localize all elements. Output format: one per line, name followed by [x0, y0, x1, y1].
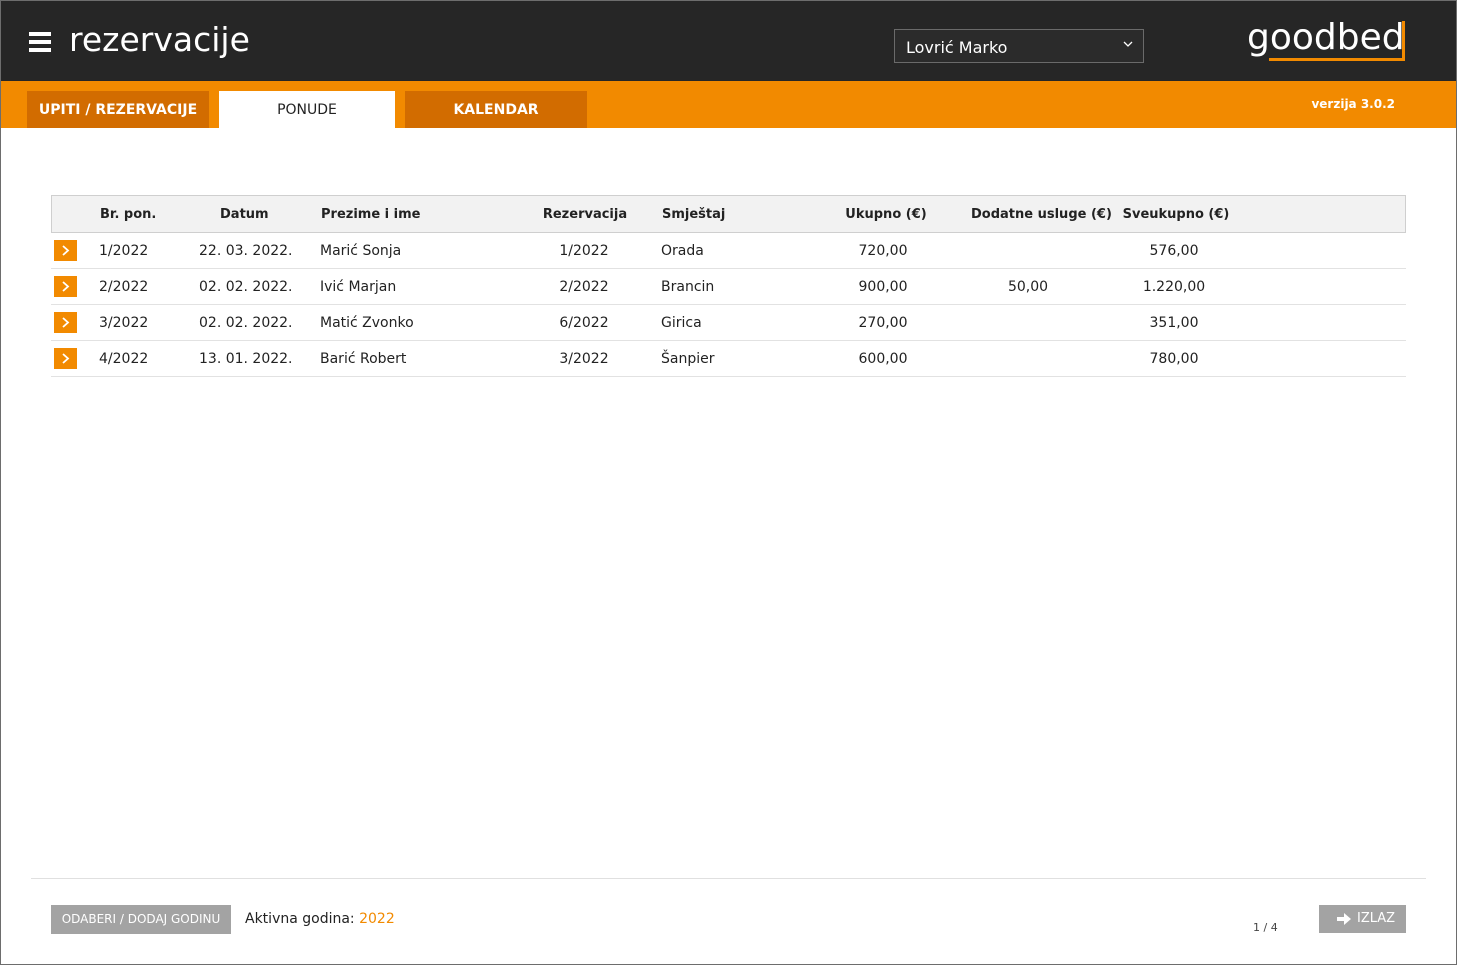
col-datum[interactable]: Datum: [220, 207, 269, 222]
cell-br-pon: 1/2022: [99, 243, 149, 259]
cell-br-pon: 3/2022: [99, 315, 149, 331]
cell-rezervacija: 1/2022: [559, 243, 609, 259]
cell-datum: 22. 03. 2022.: [199, 243, 293, 259]
tab-kalendar[interactable]: KALENDAR: [405, 91, 587, 128]
goodbed-logo: goodbed: [1247, 15, 1405, 61]
tab-upiti-rezervacije[interactable]: UPITI / REZERVACIJE: [27, 91, 209, 128]
col-sveukupno[interactable]: Sveukupno (€): [1116, 207, 1236, 222]
open-row-button[interactable]: [54, 240, 77, 261]
cell-rezervacija: 2/2022: [559, 279, 609, 295]
open-row-button[interactable]: [54, 348, 77, 369]
cell-sveukupno: 1.220,00: [1142, 279, 1206, 295]
cell-datum: 02. 02. 2022.: [199, 315, 293, 331]
col-smjestaj[interactable]: Smještaj: [662, 207, 725, 222]
cell-ukupno: 270,00: [858, 315, 908, 331]
page-indicator: 1 / 4: [1253, 921, 1278, 934]
table-row[interactable]: 1/2022 22. 03. 2022. Marić Sonja 1/2022 …: [51, 233, 1406, 269]
table-row[interactable]: 4/2022 13. 01. 2022. Barić Robert 3/2022…: [51, 341, 1406, 377]
arrow-right-icon: [1337, 913, 1351, 925]
table-row[interactable]: 2/2022 02. 02. 2022. Ivić Marjan 2/2022 …: [51, 269, 1406, 305]
cell-rezervacija: 3/2022: [559, 351, 609, 367]
cell-ukupno: 900,00: [858, 279, 908, 295]
hamburger-icon[interactable]: [29, 32, 51, 52]
cell-prezime-ime: Ivić Marjan: [320, 279, 397, 295]
tab-bar: UPITI / REZERVACIJE PONUDE KALENDAR verz…: [1, 81, 1456, 128]
cell-prezime-ime: Matić Zvonko: [320, 315, 414, 331]
chevron-down-icon: [1123, 41, 1133, 47]
cell-rezervacija: 6/2022: [559, 315, 609, 331]
col-ukupno[interactable]: Ukupno (€): [836, 207, 936, 222]
cell-dodatne-usluge: 50,00: [1007, 279, 1049, 295]
active-year-value: 2022: [359, 911, 395, 927]
col-dodatne-usluge[interactable]: Dodatne usluge (€): [971, 207, 1112, 222]
user-select-value: Lovrić Marko: [906, 38, 1008, 57]
open-row-button[interactable]: [54, 312, 77, 333]
chevron-right-icon: [62, 317, 70, 328]
app-title: rezervacije: [69, 20, 250, 59]
cell-prezime-ime: Barić Robert: [320, 351, 407, 367]
chevron-right-icon: [62, 245, 70, 256]
table-header: Br. pon. Datum Prezime i ime Rezervacija…: [51, 195, 1406, 233]
col-rezervacija[interactable]: Rezervacija: [535, 207, 635, 222]
active-year-info: Aktivna godina: 2022: [245, 911, 395, 927]
offers-table: Br. pon. Datum Prezime i ime Rezervacija…: [51, 195, 1406, 377]
chevron-right-icon: [62, 353, 70, 364]
cell-br-pon: 4/2022: [99, 351, 149, 367]
chevron-right-icon: [62, 281, 70, 292]
top-header: rezervacije Lovrić Marko goodbed: [1, 1, 1456, 81]
cell-datum: 02. 02. 2022.: [199, 279, 293, 295]
cell-prezime-ime: Marić Sonja: [320, 243, 402, 259]
col-prezime-ime[interactable]: Prezime i ime: [321, 207, 420, 222]
version-label: verzija 3.0.2: [1311, 97, 1395, 111]
table-row[interactable]: 3/2022 02. 02. 2022. Matić Zvonko 6/2022…: [51, 305, 1406, 341]
cell-smjestaj: Brancin: [661, 279, 715, 295]
cell-sveukupno: 351,00: [1149, 315, 1199, 331]
cell-smjestaj: Girica: [661, 315, 702, 331]
col-br-pon[interactable]: Br. pon.: [100, 207, 156, 222]
cell-datum: 13. 01. 2022.: [199, 351, 293, 367]
footer-divider: [31, 878, 1426, 879]
cell-br-pon: 2/2022: [99, 279, 149, 295]
exit-button[interactable]: IZLAZ: [1319, 905, 1406, 933]
cell-smjestaj: Orada: [661, 243, 704, 259]
app-frame: [0, 0, 1457, 965]
user-select[interactable]: Lovrić Marko: [894, 29, 1144, 63]
cell-sveukupno: 576,00: [1149, 243, 1199, 259]
cell-ukupno: 720,00: [858, 243, 908, 259]
exit-label: IZLAZ: [1357, 911, 1396, 926]
active-year-label: Aktivna godina:: [245, 911, 355, 927]
cell-sveukupno: 780,00: [1149, 351, 1199, 367]
cell-ukupno: 600,00: [858, 351, 908, 367]
select-add-year-button[interactable]: ODABERI / DODAJ GODINU: [51, 905, 231, 934]
open-row-button[interactable]: [54, 276, 77, 297]
tab-ponude[interactable]: PONUDE: [219, 91, 395, 128]
cell-smjestaj: Šanpier: [661, 351, 715, 367]
